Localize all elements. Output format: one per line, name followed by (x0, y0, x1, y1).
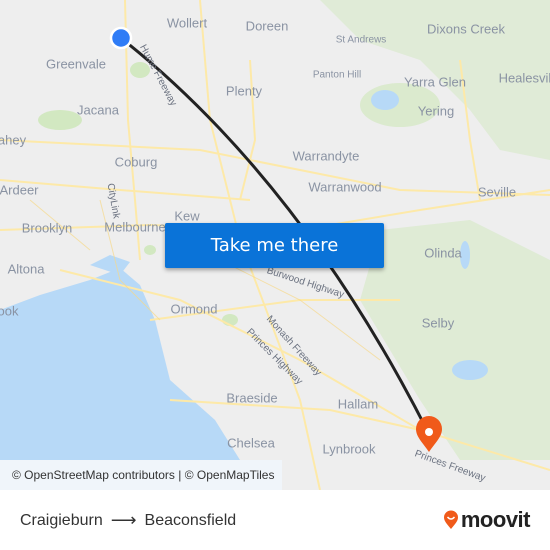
place-label: Jacana (77, 102, 119, 118)
place-label: Seville (477, 184, 517, 200)
map-attribution[interactable]: © OpenStreetMap contributors | © OpenMap… (0, 460, 283, 490)
place-label: Panton Hill (312, 69, 362, 81)
place-label: Healesville (498, 70, 550, 86)
origin-dot (109, 26, 133, 50)
place-label: Altona (7, 261, 45, 277)
place-label: Warranwood (308, 179, 382, 195)
place-label: Ardeer (0, 182, 39, 198)
place-label: Melbourne (104, 219, 166, 235)
map[interactable]: Wollert Doreen Dixons Creek St Andrews G… (0, 0, 550, 490)
arrow-right-icon: ⟶ (110, 510, 137, 530)
place-label: Lynbrook (322, 441, 376, 457)
origin-name: Craigieburn (20, 511, 103, 529)
place-label: Yering (417, 103, 455, 119)
route-summary: Craigieburn ⟶ Beaconsfield (20, 510, 236, 531)
place-label: Coburg (114, 154, 158, 170)
place-label: Doreen (245, 18, 289, 34)
place-label: Plenty (225, 83, 263, 99)
moovit-logo[interactable]: moovit (443, 507, 531, 533)
place-label: St Andrews (335, 34, 387, 46)
place-label: Yarra Glen (404, 74, 466, 90)
place-label: ook (0, 303, 19, 319)
place-label: Chelsea (227, 435, 275, 451)
place-label: Brooklyn (21, 220, 73, 236)
footer: Craigieburn ⟶ Beaconsfield moovit (0, 490, 550, 550)
destination-name: Beaconsfield (144, 511, 237, 529)
place-label: ahey (0, 132, 27, 148)
place-label: Olinda (424, 245, 462, 261)
place-label: Ormond (170, 301, 218, 317)
place-label: Selby (421, 315, 455, 331)
place-label: Kew (174, 208, 200, 224)
place-label: Greenvale (46, 56, 106, 72)
place-label: Hallam (337, 396, 379, 412)
brand-name: moovit (460, 507, 531, 532)
place-label: Braeside (226, 390, 278, 406)
place-label: Wollert (166, 15, 208, 31)
place-label: Dixons Creek (426, 21, 506, 37)
place-label: Warrandyte (292, 148, 360, 164)
destination-pin (416, 416, 442, 452)
take-me-there-button[interactable]: Take me there (165, 223, 384, 268)
moovit-pin-icon (443, 510, 458, 529)
